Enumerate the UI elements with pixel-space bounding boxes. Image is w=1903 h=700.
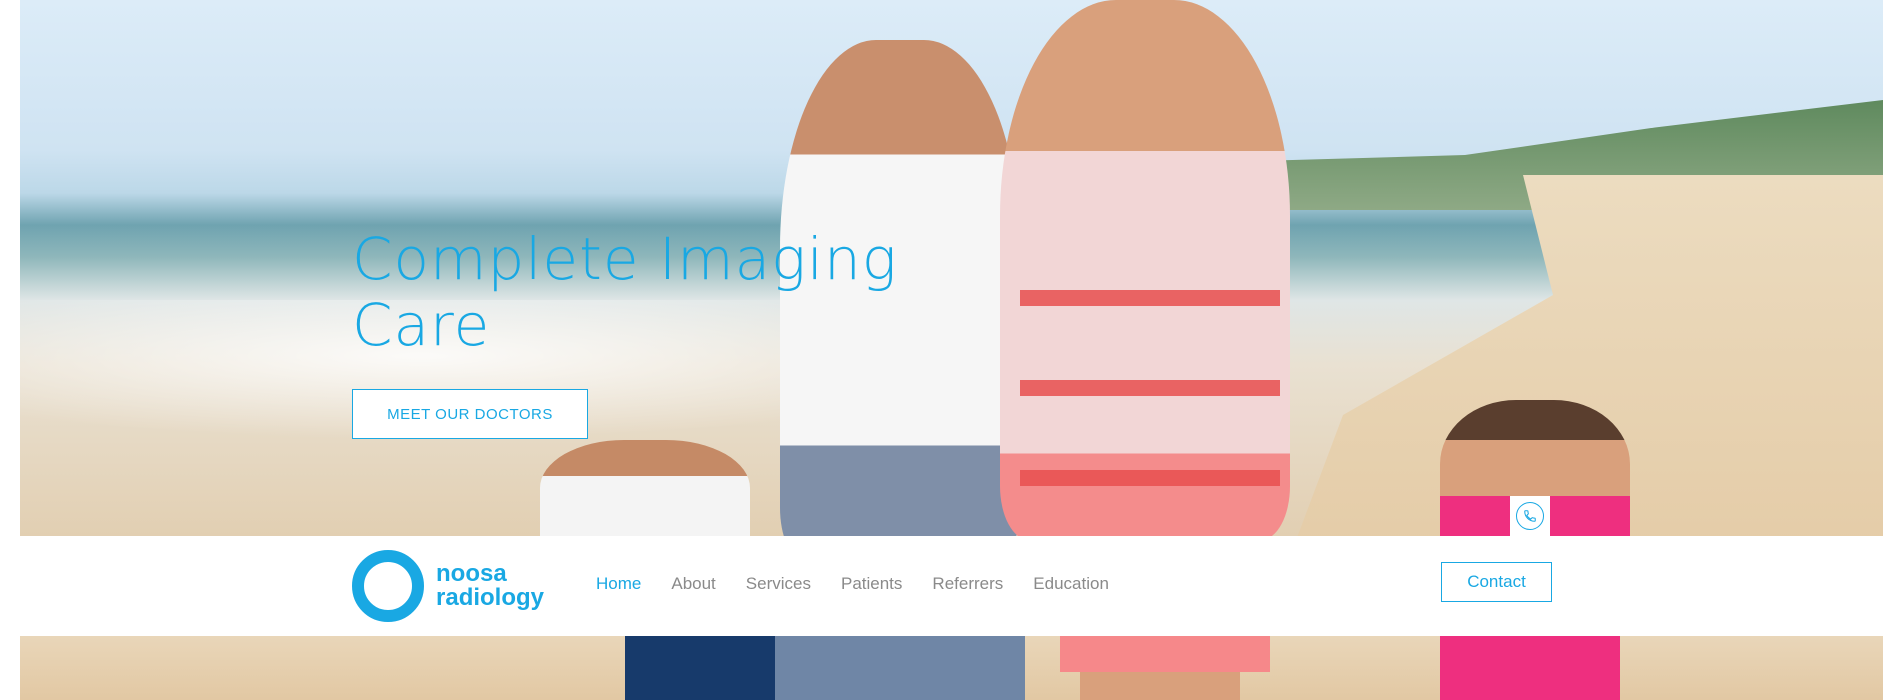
hero-photo-boy <box>540 440 750 536</box>
hero-photo-stripe <box>1020 470 1280 486</box>
logo-ring-icon <box>352 550 424 622</box>
hero-photo-boy-shorts <box>625 636 775 700</box>
hero-photo-woman <box>1000 0 1290 536</box>
main-navbar: noosa radiology Home About Services Pati… <box>0 536 1903 636</box>
hero-photo-man-jeans <box>775 636 1025 700</box>
logo-text-line2: radiology <box>436 584 545 611</box>
hero-photo-woman-legs <box>1080 672 1240 700</box>
hero-photo-woman-shorts <box>1060 636 1270 672</box>
meet-our-doctors-button[interactable]: MEET OUR DOCTORS <box>352 389 588 439</box>
logo-text: noosa radiology <box>436 562 544 610</box>
hero-title-line2: Care <box>352 291 491 359</box>
hero-photo-lower-strip <box>20 636 1883 700</box>
nav-item-services[interactable]: Services <box>746 574 811 594</box>
call-button[interactable] <box>1510 496 1550 536</box>
primary-nav: Home About Services Patients Referrers E… <box>596 574 1139 594</box>
contact-button[interactable]: Contact <box>1441 562 1552 602</box>
nav-item-patients[interactable]: Patients <box>841 574 902 594</box>
logo-text-line1: noosa <box>436 560 507 587</box>
hero-title-line1: Complete Imaging <box>352 225 898 293</box>
noosa-radiology-logo[interactable]: noosa radiology <box>352 550 544 622</box>
hero-photo-girl-shirt <box>1440 636 1620 700</box>
hero-photo-stripe <box>1020 380 1280 396</box>
nav-item-about[interactable]: About <box>671 574 715 594</box>
nav-item-referrers[interactable]: Referrers <box>932 574 1003 594</box>
hero-title: Complete Imaging Care <box>352 226 952 358</box>
nav-item-education[interactable]: Education <box>1033 574 1109 594</box>
nav-item-home[interactable]: Home <box>596 574 641 594</box>
phone-icon <box>1516 502 1544 530</box>
hero-photo-stripe <box>1020 290 1280 306</box>
